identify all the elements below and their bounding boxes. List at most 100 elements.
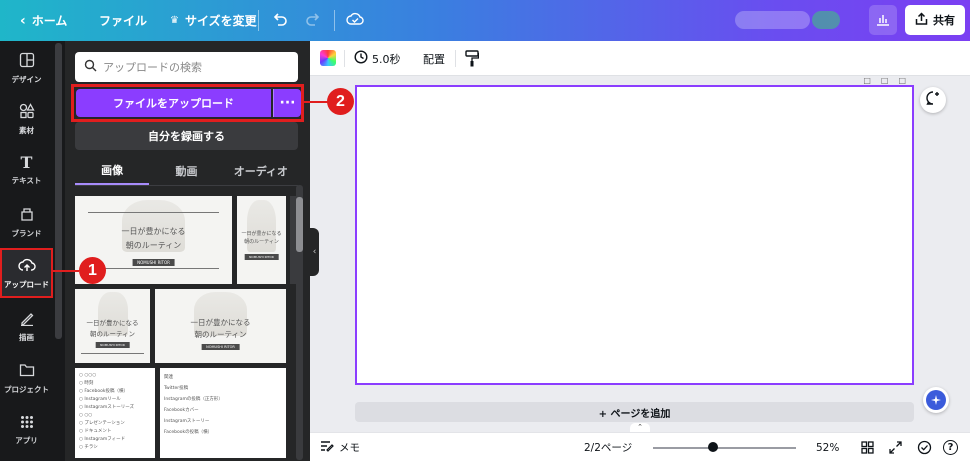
upload-file-button[interactable]: ファイルをアップロード: [76, 89, 271, 117]
zoom-slider-knob[interactable]: [708, 442, 718, 452]
color-swatch-icon[interactable]: [320, 50, 336, 66]
comment-button[interactable]: [920, 87, 946, 113]
undo-button[interactable]: [272, 0, 288, 41]
thumb-title: 一日が豊かになる: [190, 318, 251, 327]
duration-button[interactable]: 5.0秒: [354, 41, 401, 76]
design-page[interactable]: [355, 85, 914, 385]
chevron-left-icon: ‹: [20, 12, 26, 29]
file-label: ファイル: [99, 14, 148, 28]
text-icon: T: [20, 152, 33, 172]
tab-images[interactable]: 画像: [75, 157, 150, 185]
paint-roller-icon[interactable]: [465, 50, 480, 70]
zoom-value[interactable]: 52%: [816, 433, 839, 462]
rail-item-elements[interactable]: 素材: [0, 94, 53, 144]
rail-label: アップロード: [4, 279, 49, 289]
add-page-button[interactable]: + ページを追加: [355, 402, 914, 422]
pen-icon: [19, 310, 35, 328]
top-bar: ‹ ホーム ファイル ♛ サイズを変更 共有: [0, 0, 970, 41]
annotation-badge-2: 2: [327, 88, 354, 115]
avatar[interactable]: [812, 11, 840, 29]
blurred-title: [735, 11, 810, 29]
footer-bar: メモ 2/2ページ 52% ?: [310, 432, 970, 461]
rail-item-projects[interactable]: プロジェクト: [0, 353, 53, 403]
thumb-subtitle: 朝のルーティン: [194, 330, 247, 339]
resize-button[interactable]: ♛ サイズを変更: [170, 0, 257, 41]
cloud-save-button[interactable]: [346, 0, 364, 41]
panel-scrollbar[interactable]: [296, 185, 303, 460]
search-input[interactable]: アップロードの検索: [75, 52, 298, 82]
tab-videos[interactable]: 動画: [149, 157, 223, 185]
list-line: 関連: [164, 375, 173, 380]
side-rail: デザイン 素材 T テキスト ブランド アップロード 描画 プロジェクト アプリ: [0, 41, 53, 461]
list-line: Instagramストーリー: [164, 419, 210, 424]
thumb-subtitle: 朝のルーティン: [89, 330, 136, 338]
thumb-title: 一日が豊かになる: [86, 319, 139, 327]
redo-icon: [305, 11, 321, 30]
notes-icon: [320, 440, 334, 455]
rail-item-brand[interactable]: ブランド: [0, 197, 53, 247]
sparkle-icon: [926, 390, 946, 410]
share-button[interactable]: 共有: [905, 5, 965, 35]
rail-item-text[interactable]: T テキスト: [0, 145, 53, 195]
rail-item-apps[interactable]: アプリ: [0, 405, 53, 455]
thumb-tag: NOMUSHI RITOR: [244, 254, 279, 260]
divider: [258, 10, 259, 31]
magic-button[interactable]: [923, 387, 949, 413]
collapse-panel-button[interactable]: ‹: [310, 228, 319, 276]
media-tabs: 画像 動画 オーディオ: [75, 157, 298, 185]
divider: [455, 50, 456, 67]
rule: [81, 353, 144, 354]
annotation-connector: [304, 101, 328, 103]
fullscreen-icon[interactable]: [889, 441, 902, 457]
redo-button[interactable]: [305, 0, 321, 41]
file-menu-button[interactable]: ファイル: [99, 0, 147, 41]
rail-label: テキスト: [11, 175, 42, 185]
upload-thumbnail[interactable]: 一日が豊かになる 朝のルーティン NOMUSHI RITOR: [75, 289, 150, 363]
upload-thumbnail[interactable]: 関連 Twitter投稿 Instagramの投稿（正方形） Facebookカ…: [160, 368, 286, 458]
annotation-connector: [53, 270, 79, 272]
rail-label: プロジェクト: [4, 384, 49, 394]
insights-button[interactable]: [869, 5, 897, 35]
page-count[interactable]: 2/2ページ: [584, 433, 632, 462]
rail-item-design[interactable]: デザイン: [0, 43, 53, 93]
rail-scrollbar[interactable]: [55, 43, 62, 339]
list-line: ○ プレゼンテーション: [79, 421, 125, 426]
help-icon[interactable]: ?: [943, 440, 958, 455]
share-label: 共有: [933, 14, 955, 27]
list-line: Instagramの投稿（正方形）: [164, 397, 223, 402]
clock-icon: [354, 50, 368, 67]
rule: [87, 268, 220, 269]
rail-item-draw[interactable]: 描画: [0, 301, 53, 351]
divider: [344, 50, 345, 67]
list-line: ○ Instagramストーリーズ: [79, 405, 135, 410]
page-duplicate-icon[interactable]: □: [881, 76, 889, 85]
brand-icon: [19, 206, 35, 224]
thumb-title: 一日が豊かになる: [241, 231, 282, 237]
check-circle-icon[interactable]: [917, 440, 932, 458]
page-delete-icon[interactable]: □: [898, 76, 906, 85]
upload-thumbnail[interactable]: 一日が豊かになる 朝のルーティン NOMUSHI RITOR: [237, 196, 286, 284]
position-label: 配置: [423, 52, 445, 66]
tab-audio[interactable]: オーディオ: [224, 157, 298, 185]
undo-icon: [272, 11, 288, 30]
chevron-up-icon[interactable]: ⌃: [630, 423, 650, 432]
list-line: ○ ドキュメント: [79, 429, 112, 434]
grid-view-icon[interactable]: [861, 441, 874, 457]
crown-icon: ♛: [170, 15, 179, 26]
page-lock-icon[interactable]: □: [863, 76, 871, 85]
record-yourself-button[interactable]: 自分を録画する: [75, 122, 298, 150]
zoom-slider[interactable]: [653, 447, 796, 449]
notes-button[interactable]: メモ: [320, 433, 360, 462]
comment-add-icon: [925, 90, 941, 110]
scrollbar-thumb[interactable]: [296, 197, 303, 252]
more-options-button[interactable]: ···: [273, 89, 301, 117]
layout-icon: [19, 52, 35, 70]
upload-thumbnail[interactable]: ○ ○○○ ○ 時刻 ○ Facebook投稿（横） ○ Instagramリー…: [75, 368, 155, 458]
position-button[interactable]: 配置: [423, 41, 445, 76]
home-button[interactable]: ‹ ホーム: [20, 0, 67, 41]
upload-thumbnail[interactable]: 一日が豊かになる 朝のルーティン NOMUSHI RITOR: [155, 289, 286, 363]
rail-item-uploads[interactable]: アップロード: [0, 248, 53, 298]
thumb-tag: NOMUSHI RITOR: [201, 344, 240, 350]
context-toolbar: 5.0秒 配置: [310, 41, 970, 76]
rail-label: ブランド: [11, 228, 42, 238]
